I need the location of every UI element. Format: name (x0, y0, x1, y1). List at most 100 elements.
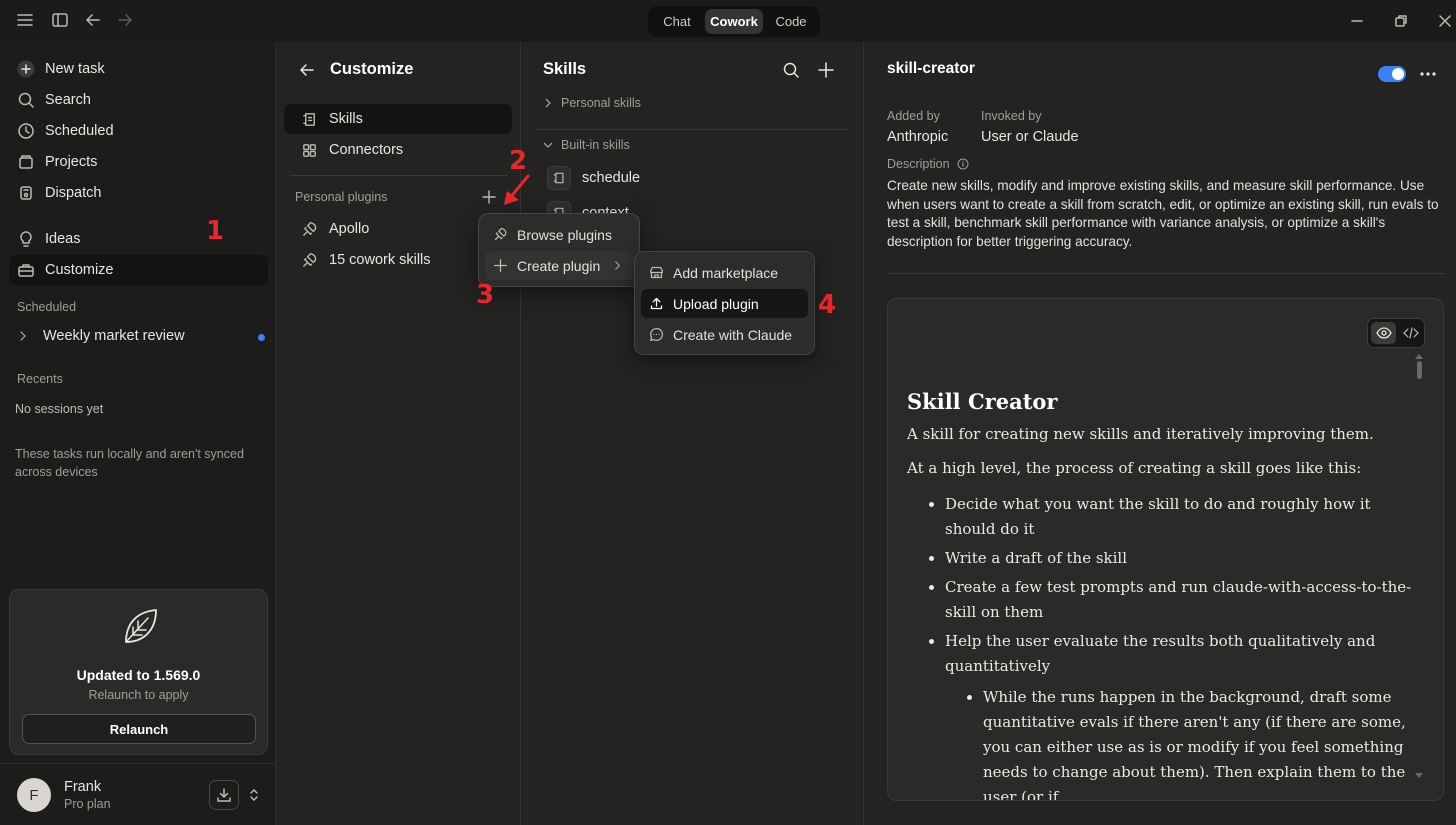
close-icon[interactable] (1436, 12, 1454, 30)
list-item: Decide what you want the skill to do and… (945, 492, 1415, 542)
grid-icon (303, 143, 316, 157)
restore-icon[interactable] (1392, 12, 1410, 30)
user-plan: Pro plan (64, 797, 111, 811)
scrollbar-thumb[interactable] (1417, 361, 1422, 379)
new-task-label: New task (45, 61, 105, 77)
mode-chat[interactable]: Chat (651, 9, 703, 34)
plug-icon (303, 221, 317, 236)
back-arrow-icon[interactable] (298, 61, 316, 79)
description-label: Description (887, 157, 950, 171)
view-toggle (1367, 318, 1425, 348)
preview-sub-list: While the runs happen in the background,… (983, 685, 1408, 800)
download-icon (217, 788, 231, 802)
annotation-3: 3 (476, 280, 495, 310)
scroll-icon (547, 166, 571, 190)
chevron-right-icon (20, 331, 26, 341)
more-options-icon[interactable] (1420, 71, 1436, 77)
sidebar-item-dispatch[interactable]: Dispatch (9, 178, 268, 208)
personal-skills-toggle[interactable]: Personal skills (543, 96, 641, 110)
skills-panel: Skills Personal skills Built-in skills s… (521, 42, 864, 825)
customize-title: Customize (330, 60, 414, 78)
plugin-menu: Browse plugins Create plugin (478, 213, 640, 287)
recents-section-label: Recents (17, 372, 63, 386)
sidebar-toggle-icon[interactable] (51, 11, 71, 31)
mode-switcher: Chat Cowork Code (648, 6, 820, 37)
plus-icon (494, 259, 507, 272)
annotation-arrow-icon (504, 174, 530, 205)
menu-icon[interactable] (16, 11, 36, 31)
update-title: Updated to 1.569.0 (76, 667, 201, 683)
user-name: Frank (64, 779, 102, 795)
forward-arrow-icon[interactable] (116, 11, 136, 31)
skill-item-schedule[interactable]: schedule (547, 163, 640, 193)
local-note-text: These tasks run locally and aren't synce… (15, 447, 244, 479)
plugin-item-apollo[interactable]: Apollo (301, 214, 369, 244)
added-by-label: Added by (887, 109, 940, 123)
builtin-skills-toggle[interactable]: Built-in skills (543, 138, 630, 152)
invoked-by-label: Invoked by (981, 109, 1042, 123)
chevron-right-icon (545, 98, 551, 108)
add-marketplace-item[interactable]: Add marketplace (641, 258, 808, 287)
create-with-claude-label: Create with Claude (673, 326, 793, 343)
no-sessions-text: No sessions yet (15, 402, 104, 416)
store-icon (650, 266, 663, 279)
create-with-claude-item[interactable]: Create with Claude (641, 320, 808, 349)
tab-skills[interactable]: Skills (284, 104, 512, 134)
clock-icon (18, 123, 34, 139)
mode-code[interactable]: Code (765, 9, 817, 34)
new-task-button[interactable]: New task (9, 54, 268, 84)
list-item: Write a draft of the skill (945, 546, 1415, 571)
tab-connectors-label: Connectors (329, 142, 404, 158)
skills-title: Skills (543, 60, 587, 78)
preview-view-button[interactable] (1371, 322, 1396, 344)
search-icon (18, 92, 34, 108)
scheduled-task-item[interactable]: Weekly market review (9, 321, 268, 351)
sidebar-item-search[interactable]: Search (9, 85, 268, 115)
create-plugin-submenu: Add marketplace Upload plugin Create wit… (634, 251, 815, 355)
back-arrow-icon[interactable] (84, 11, 104, 31)
chevron-updown-icon[interactable] (248, 787, 260, 803)
unread-dot (258, 334, 265, 341)
tab-connectors[interactable]: Connectors (284, 135, 512, 165)
plus-circle-icon (17, 60, 35, 78)
scroll-up-icon[interactable] (1415, 353, 1423, 359)
enable-toggle[interactable] (1378, 66, 1406, 82)
scroll-down-icon[interactable] (1415, 773, 1423, 779)
plugin-label: 15 cowork skills (329, 252, 431, 268)
leaf-icon (125, 609, 157, 643)
avatar[interactable]: F (17, 778, 51, 812)
minimize-icon[interactable] (1348, 12, 1366, 30)
relaunch-button[interactable]: Relaunch (22, 714, 256, 744)
add-skill-icon[interactable] (817, 61, 835, 79)
create-plugin-item[interactable]: Create plugin (485, 251, 633, 280)
lightbulb-icon (20, 231, 32, 247)
folder-icon (19, 155, 33, 169)
code-view-button[interactable] (1399, 322, 1422, 344)
upload-icon (650, 297, 663, 310)
sidebar-item-customize[interactable]: Customize (9, 255, 268, 285)
dispatch-icon (20, 186, 32, 200)
personal-plugins-label: Personal plugins (295, 190, 388, 204)
plug-icon (494, 227, 507, 241)
sidebar-item-ideas[interactable]: Ideas (9, 224, 268, 254)
add-plugin-icon[interactable] (482, 190, 496, 204)
info-icon[interactable] (957, 158, 969, 170)
plugin-item-cowork-skills[interactable]: 15 cowork skills (301, 245, 431, 275)
add-marketplace-label: Add marketplace (673, 264, 779, 281)
download-button[interactable] (209, 780, 239, 810)
plug-icon (303, 252, 317, 267)
search-icon[interactable] (782, 61, 800, 79)
list-item: Help the user evaluate the results both … (945, 629, 1415, 679)
list-item: Create a few test prompts and run claude… (945, 575, 1415, 625)
mode-cowork[interactable]: Cowork (705, 9, 763, 34)
upload-plugin-item[interactable]: Upload plugin (641, 289, 808, 318)
divider (535, 129, 848, 130)
builtin-skills-label: Built-in skills (561, 138, 630, 152)
preview-intro: A skill for creating new skills and iter… (907, 425, 1374, 443)
sidebar-item-label: Projects (45, 154, 98, 170)
sidebar-item-projects[interactable]: Projects (9, 147, 268, 177)
sidebar-item-scheduled[interactable]: Scheduled (9, 116, 268, 146)
sidebar: New task Search Scheduled Projects Dispa… (0, 42, 276, 825)
browse-plugins-item[interactable]: Browse plugins (485, 220, 633, 249)
sidebar-item-label: Ideas (45, 231, 81, 247)
